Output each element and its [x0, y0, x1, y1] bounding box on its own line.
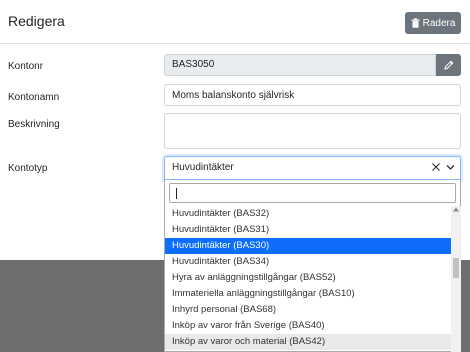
beskrivning-textarea[interactable] — [164, 113, 461, 149]
kontotyp-selected-value: Huvudintäkter — [172, 162, 234, 173]
kontotyp-label: Kontotyp — [8, 163, 48, 174]
kontotyp-dropdown: Huvudintäkter (BAS32) Huvudintäkter (BAS… — [164, 180, 461, 352]
edit-kontonr-button[interactable] — [436, 54, 461, 76]
dropdown-option-hovered[interactable]: Inköp av varor och material (BAS42) — [165, 334, 451, 350]
scrollbar-thumb[interactable] — [453, 258, 459, 278]
text-caret — [176, 188, 177, 199]
beskrivning-label: Beskrivning — [8, 119, 60, 130]
chevron-down-icon[interactable] — [446, 164, 455, 171]
kontonamn-label: Kontonamn — [8, 92, 60, 103]
scroll-up-arrow-icon[interactable] — [453, 207, 459, 212]
dropdown-option[interactable]: Huvudintäkter (BAS32) — [165, 206, 451, 222]
dropdown-option[interactable]: Huvudintäkter (BAS31) — [165, 222, 451, 238]
close-icon[interactable] — [431, 162, 441, 172]
dropdown-option[interactable]: Inhyrd personal (BAS68) — [165, 302, 451, 318]
kontonr-field: BAS3050 — [164, 54, 436, 76]
dropdown-option[interactable]: Inköp av varor från Sverige (BAS40) — [165, 318, 451, 334]
pencil-icon — [443, 60, 453, 70]
dropdown-option-selected[interactable]: Huvudintäkter (BAS30) — [165, 238, 451, 254]
kontotyp-select[interactable]: Huvudintäkter — [164, 156, 461, 180]
kontonr-label: Kontonr — [8, 61, 44, 72]
modal-title: Redigera — [8, 13, 65, 29]
dropdown-scrollbar[interactable] — [451, 206, 461, 352]
delete-button-label: Radera — [422, 17, 456, 29]
dropdown-option[interactable]: Immateriella anläggningstillgångar (BAS1… — [165, 286, 451, 302]
delete-button[interactable]: Radera — [405, 12, 461, 34]
kontonamn-input[interactable] — [164, 84, 461, 106]
dropdown-option[interactable]: Huvudintäkter (BAS34) — [165, 254, 451, 270]
modal-header: Redigera Radera — [0, 0, 470, 44]
dropdown-option[interactable]: Hyra av anläggningstillgångar (BAS52) — [165, 270, 451, 286]
dropdown-options-list: Huvudintäkter (BAS32) Huvudintäkter (BAS… — [165, 206, 451, 352]
trash-icon — [411, 18, 420, 28]
dropdown-search-input[interactable] — [169, 183, 456, 203]
